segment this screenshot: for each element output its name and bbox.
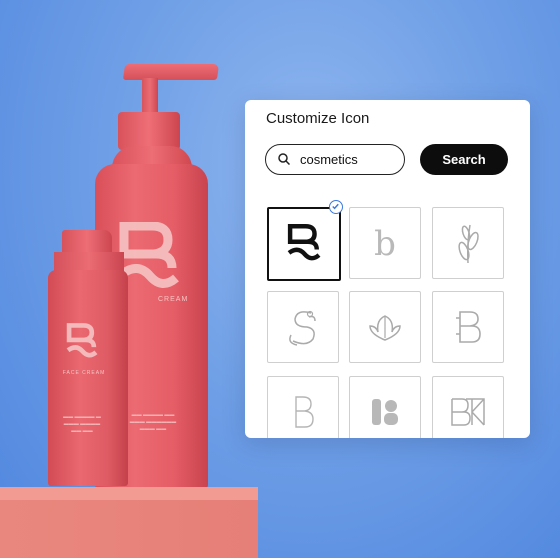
icon-option-serif-b[interactable]: b xyxy=(349,207,421,279)
search-value: cosmetics xyxy=(300,152,358,167)
small-bottle-b-logo xyxy=(66,323,98,358)
customize-icon-panel: Customize Icon cosmetics Search b xyxy=(245,100,530,438)
serif-b-icon: b xyxy=(374,225,396,261)
podium-top xyxy=(0,487,258,501)
product-hero-scene: CREAM ▬▬ ▬▬▬▬ ▬▬ ▬▬▬ ▬▬▬▬▬▬ ▬▬▬ ▬▬ FACE CR… xyxy=(0,0,560,558)
icon-option-thin-b[interactable] xyxy=(267,376,339,438)
search-button[interactable]: Search xyxy=(420,144,508,175)
svg-text:b: b xyxy=(374,225,396,261)
bold-b-icon xyxy=(372,399,398,425)
podium xyxy=(0,500,258,558)
panel-title: Customize Icon xyxy=(266,110,370,127)
hand-s-icon xyxy=(289,310,316,346)
small-bottle xyxy=(48,270,128,486)
pump-stem xyxy=(142,78,158,114)
bk-monogram-icon xyxy=(451,398,485,426)
icon-option-b-wave[interactable] xyxy=(267,207,341,281)
thin-b-icon xyxy=(295,396,314,428)
icon-option-bk-monogram[interactable] xyxy=(432,376,504,438)
small-bottle-label: FACE CREAM xyxy=(62,370,106,376)
icon-option-leaf[interactable] xyxy=(432,207,504,279)
pump-nozzle xyxy=(122,64,220,80)
small-bottle-fine-print: ▬▬ ▬▬▬▬ ▬ ▬▬▬ ▬▬▬▬ ▬▬ ▬▬ xyxy=(63,414,101,434)
search-input[interactable]: cosmetics xyxy=(265,144,405,175)
shell-icon xyxy=(369,315,401,341)
icon-option-hand-s[interactable] xyxy=(267,291,339,363)
small-bottle-cap xyxy=(62,230,112,254)
rounded-b-icon xyxy=(456,311,481,343)
icon-option-rounded-b[interactable] xyxy=(432,291,504,363)
selected-check-icon xyxy=(329,200,343,214)
b-wave-logo-icon xyxy=(287,224,321,261)
search-icon xyxy=(278,153,290,165)
leaf-sprig-icon xyxy=(458,224,479,264)
pump-collar xyxy=(118,112,180,150)
icon-option-bold-b[interactable] xyxy=(349,376,421,438)
icon-option-shell[interactable] xyxy=(349,291,421,363)
large-bottle-label: CREAM xyxy=(158,296,189,303)
large-bottle-fine-print: ▬▬ ▬▬▬▬ ▬▬ ▬▬▬ ▬▬▬▬▬▬ ▬▬▬ ▬▬ xyxy=(129,412,177,432)
